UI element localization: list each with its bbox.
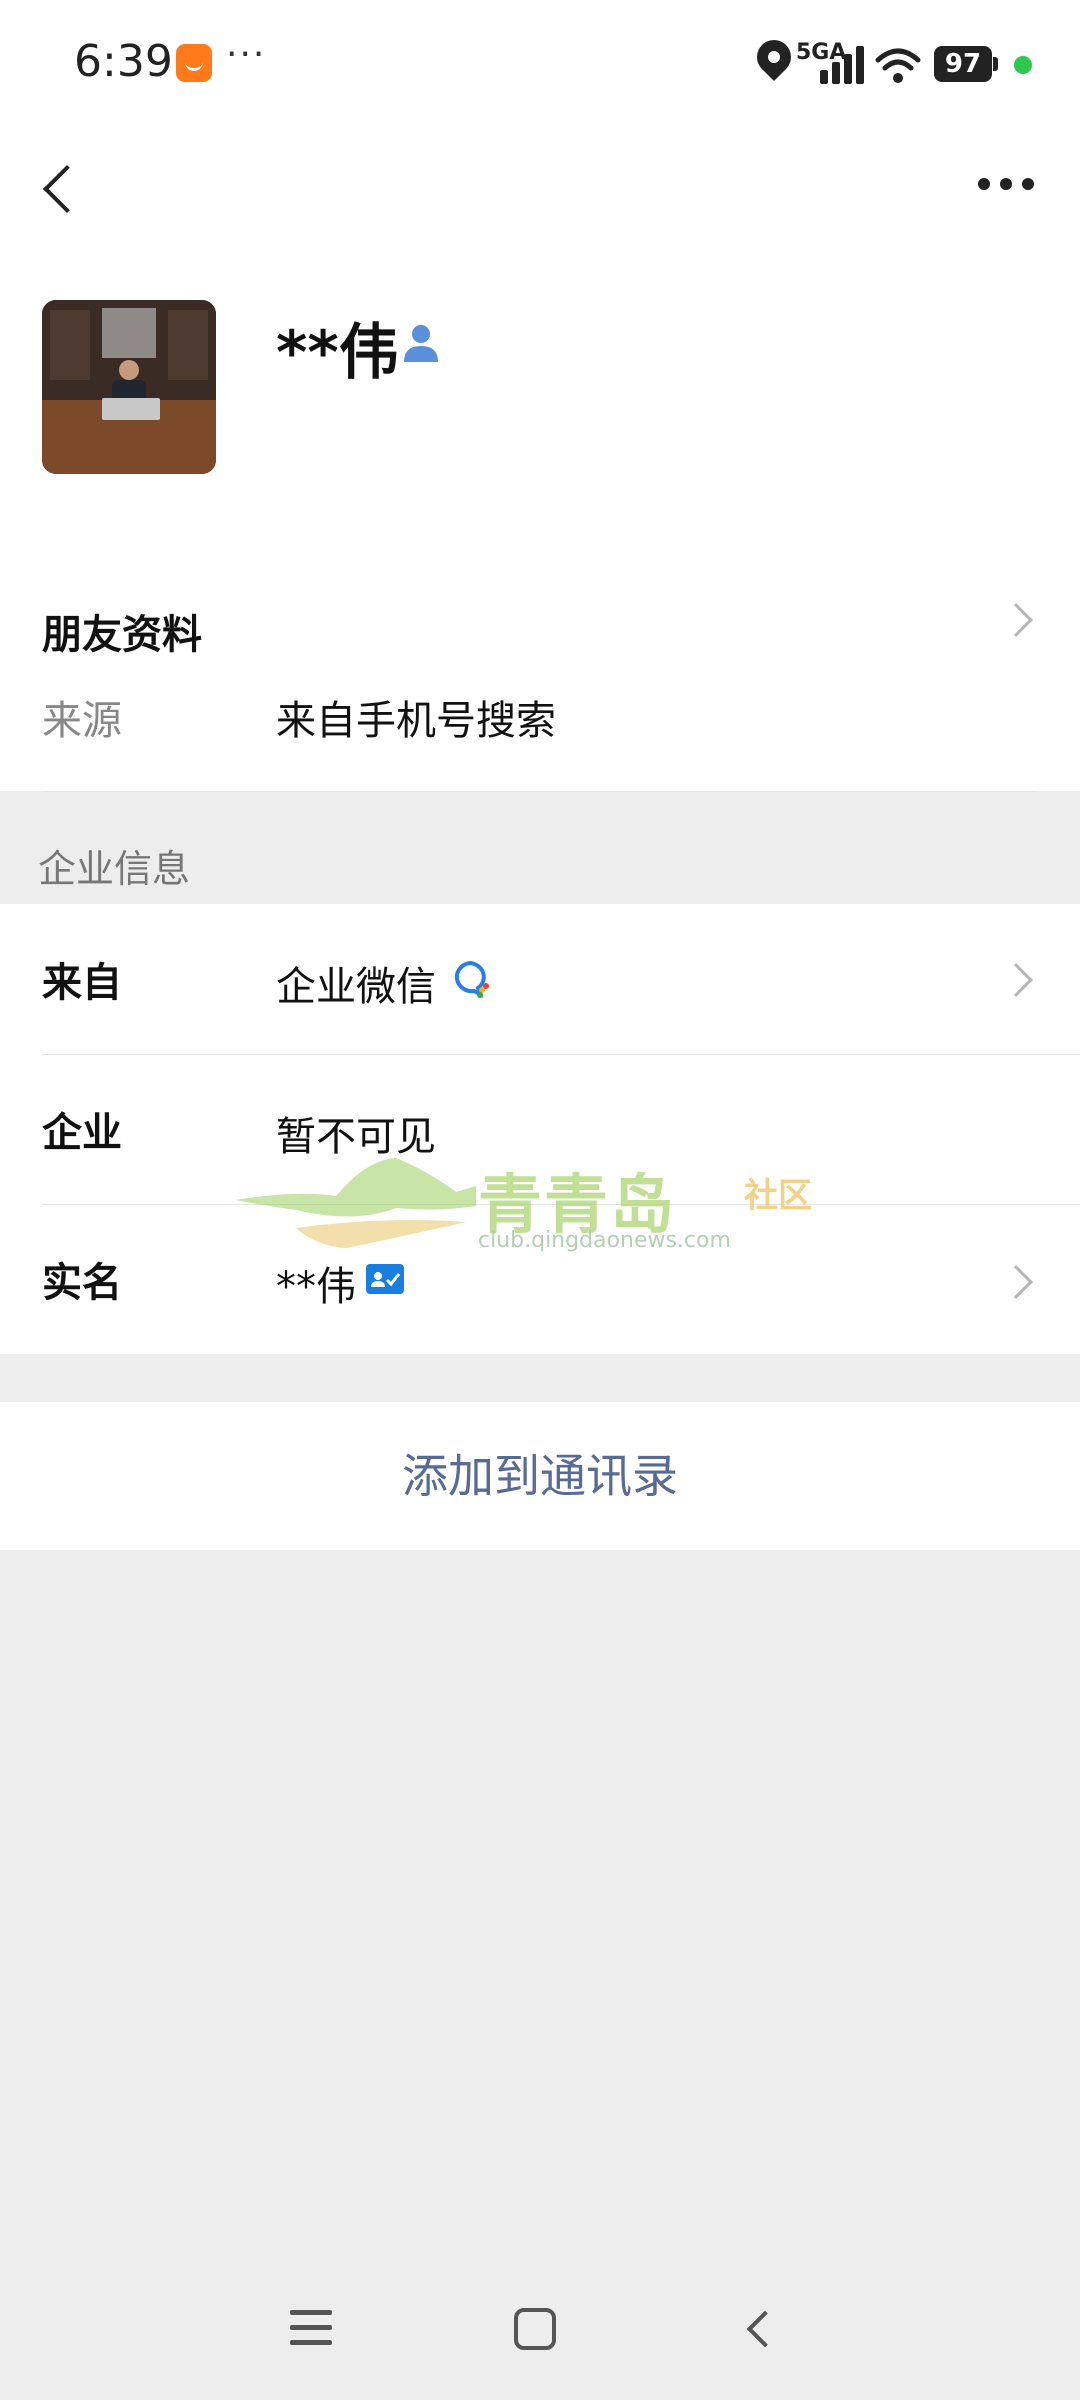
friend-info-title: 朋友资料 xyxy=(42,612,202,658)
verified-id-icon xyxy=(366,1264,404,1294)
company-info-card xyxy=(0,904,1080,1354)
avatar[interactable] xyxy=(42,300,216,474)
divider xyxy=(42,1054,1080,1055)
green-dot-indicator xyxy=(1014,56,1032,74)
more-horizontal-icon[interactable] xyxy=(978,178,1034,192)
menu-icon[interactable] xyxy=(290,2310,332,2346)
app-notification-icon xyxy=(176,44,212,82)
watermark-suffix: 社区 xyxy=(744,1176,812,1216)
top-bar xyxy=(0,130,1080,260)
row-value: 企业微信 xyxy=(276,964,436,1010)
status-bar: 6:39 ··· 5GA 97 xyxy=(0,0,1080,130)
source-label: 来源 xyxy=(42,698,122,744)
home-icon[interactable] xyxy=(514,2308,556,2350)
row-label: 来自 xyxy=(42,960,122,1006)
row-label: 企业 xyxy=(42,1110,122,1156)
contact-profile-screen: 6:39 ··· 5GA 97 **伟 朋友资料 来源 来自手机号搜索 企业信息… xyxy=(0,0,1080,2400)
wifi-icon xyxy=(874,46,922,86)
location-icon xyxy=(749,32,799,82)
more-dots-icon: ··· xyxy=(226,34,267,75)
friend-info-card[interactable] xyxy=(0,558,1080,791)
divider xyxy=(42,791,1038,792)
battery-icon: 97 xyxy=(934,46,998,82)
person-icon xyxy=(398,320,444,366)
watermark-url: club.qingdaonews.com xyxy=(478,1228,731,1253)
signal-icon xyxy=(820,40,864,84)
source-value: 来自手机号搜索 xyxy=(276,698,556,744)
add-to-contacts-button[interactable]: 添加到通讯录 xyxy=(0,1402,1080,1550)
wework-icon xyxy=(450,958,492,1000)
contact-name: **伟 xyxy=(276,318,399,388)
company-section-title: 企业信息 xyxy=(38,847,191,891)
status-time: 6:39 xyxy=(74,36,173,87)
row-label: 实名 xyxy=(42,1260,122,1306)
row-value: **伟 xyxy=(276,1264,356,1310)
